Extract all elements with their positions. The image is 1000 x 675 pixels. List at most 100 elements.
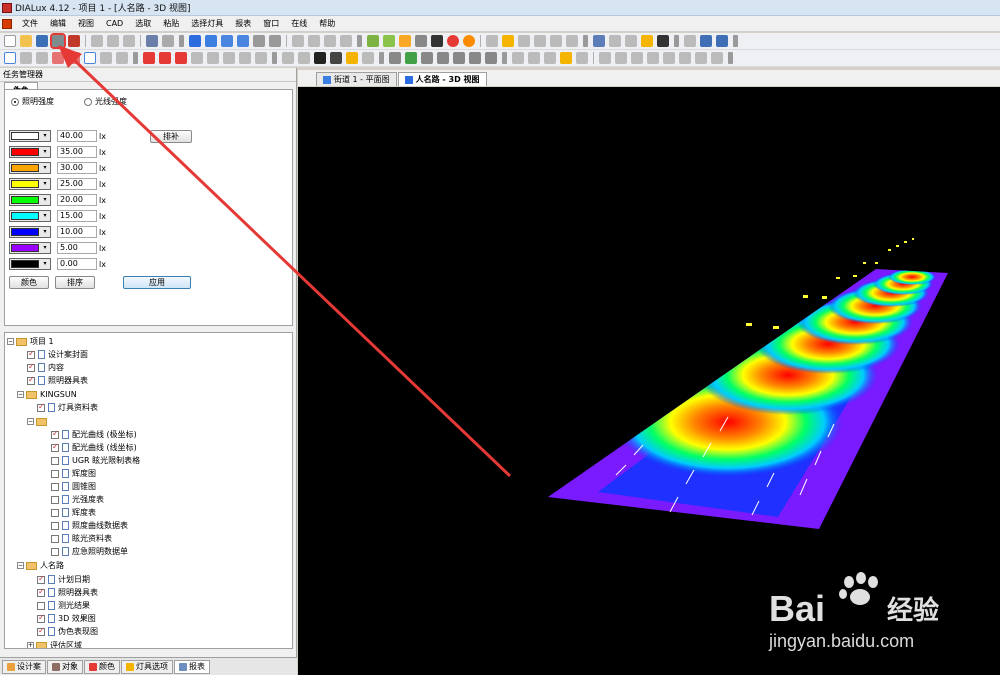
tree-item[interactable]: 测光结果: [37, 599, 90, 612]
layer-f-icon[interactable]: [469, 52, 481, 64]
split-icon[interactable]: [716, 35, 728, 47]
calculation-icon[interactable]: [367, 35, 379, 47]
value-field[interactable]: 15.00: [57, 210, 97, 222]
pointer-icon[interactable]: [282, 52, 294, 64]
color-picker[interactable]: ▾: [9, 162, 51, 174]
radio-dot-selected[interactable]: [11, 97, 19, 106]
checkbox[interactable]: [27, 349, 35, 359]
fill-button[interactable]: 排补: [150, 130, 192, 143]
color-picker[interactable]: ▾: [9, 194, 51, 206]
tab-colors[interactable]: 颜色: [84, 659, 120, 674]
tree-item[interactable]: 设计案封面: [27, 348, 88, 361]
sort-button[interactable]: 排序: [55, 276, 95, 289]
select-icon[interactable]: [4, 52, 16, 64]
draw-b-icon[interactable]: [615, 52, 627, 64]
menu-cad[interactable]: CAD: [100, 16, 129, 32]
field-icon[interactable]: [534, 35, 546, 47]
menu-window[interactable]: 窗口: [257, 16, 285, 32]
move-icon[interactable]: [20, 52, 32, 64]
front-view-icon[interactable]: [221, 35, 233, 47]
value-field[interactable]: 10.00: [57, 226, 97, 238]
light-scene-icon[interactable]: [383, 35, 395, 47]
draw-a-icon[interactable]: [599, 52, 611, 64]
arrange-icon[interactable]: [486, 35, 498, 47]
curve-icon[interactable]: [679, 52, 691, 64]
false-color-icon[interactable]: [399, 35, 411, 47]
wireframe-icon[interactable]: [269, 35, 281, 47]
symbol-d-icon[interactable]: [239, 52, 251, 64]
menu-paste[interactable]: 粘贴: [157, 16, 185, 32]
value-field[interactable]: 25.00: [57, 178, 97, 190]
toolbar-grip[interactable]: [674, 35, 679, 47]
checkbox[interactable]: [27, 375, 35, 385]
object-icon[interactable]: [116, 52, 128, 64]
value-field[interactable]: 30.00: [57, 162, 97, 174]
tree-item[interactable]: 照明器具表: [27, 374, 88, 387]
print-icon[interactable]: [50, 33, 66, 49]
collapse-icon[interactable]: −: [7, 338, 14, 345]
radio-luminance[interactable]: 光线强度: [84, 96, 127, 107]
layer-e-icon[interactable]: [453, 52, 465, 64]
camera-icon[interactable]: [657, 35, 669, 47]
symbol-b-icon[interactable]: [207, 52, 219, 64]
cut-icon[interactable]: [91, 35, 103, 47]
pdf-icon[interactable]: [68, 35, 80, 47]
tree-item[interactable]: UGR 眩光限制表格: [51, 454, 140, 467]
tab-luminaires[interactable]: 灯具选项: [121, 659, 173, 674]
draw-c-icon[interactable]: [631, 52, 643, 64]
checkbox[interactable]: [37, 587, 45, 597]
radio-dot[interactable]: [84, 97, 92, 106]
symbol-a-icon[interactable]: [191, 52, 203, 64]
checkbox[interactable]: [51, 456, 59, 465]
tree-item[interactable]: 光强度表: [51, 493, 104, 506]
room-icon[interactable]: [52, 52, 64, 64]
color-button[interactable]: 颜色: [9, 276, 49, 289]
checkbox[interactable]: [37, 626, 45, 636]
tree-road[interactable]: − 人名路: [17, 559, 64, 572]
collapse-icon[interactable]: −: [27, 418, 34, 425]
tree-item[interactable]: 计划日期: [37, 573, 90, 586]
checkbox[interactable]: [51, 547, 59, 556]
checkbox[interactable]: [51, 469, 59, 478]
save-icon[interactable]: [36, 35, 48, 47]
layer-b-icon[interactable]: [405, 52, 417, 64]
orbit-icon[interactable]: [314, 52, 326, 64]
side-view-icon[interactable]: [237, 35, 249, 47]
walk-icon[interactable]: [330, 52, 342, 64]
3d-view-icon[interactable]: [189, 35, 201, 47]
value-field[interactable]: 0.00: [57, 258, 97, 270]
checkbox[interactable]: [37, 601, 45, 610]
menu-select[interactable]: 选取: [129, 16, 157, 32]
mdi-doc-icon[interactable]: [2, 18, 12, 29]
color-c-icon[interactable]: [175, 52, 187, 64]
tab-project[interactable]: 设计案: [2, 659, 46, 674]
snap-a-icon[interactable]: [512, 52, 524, 64]
menu-luminaire[interactable]: 选择灯具: [185, 16, 229, 32]
magnify-icon[interactable]: [298, 52, 310, 64]
checkbox[interactable]: [51, 534, 59, 543]
menu-help[interactable]: 帮助: [313, 16, 341, 32]
output-icon[interactable]: [593, 35, 605, 47]
toolbar-grip[interactable]: [502, 52, 507, 64]
color-picker[interactable]: ▾: [9, 146, 51, 158]
color-picker[interactable]: ▾: [9, 258, 51, 270]
luminaire-icon[interactable]: [431, 35, 443, 47]
page-icon[interactable]: [609, 35, 621, 47]
menu-file[interactable]: 文件: [16, 16, 44, 32]
report-icon[interactable]: [625, 35, 637, 47]
checkbox[interactable]: [51, 508, 59, 517]
toolbar-grip[interactable]: [133, 52, 138, 64]
copy-move-icon[interactable]: [36, 52, 48, 64]
tree-item[interactable]: 伪色表现图: [37, 625, 98, 638]
tree-eval-area[interactable]: + 评估区域: [27, 639, 82, 648]
tree-item[interactable]: 灯具资料表: [37, 401, 98, 414]
align-icon[interactable]: [502, 35, 514, 47]
checkbox[interactable]: [51, 429, 59, 439]
pan-icon[interactable]: [308, 35, 320, 47]
value-field[interactable]: 5.00: [57, 242, 97, 254]
value-field[interactable]: 35.00: [57, 146, 97, 158]
render-icon[interactable]: [253, 35, 265, 47]
key-icon[interactable]: [641, 35, 653, 47]
copy-icon[interactable]: [107, 35, 119, 47]
color-picker[interactable]: ▾: [9, 210, 51, 222]
